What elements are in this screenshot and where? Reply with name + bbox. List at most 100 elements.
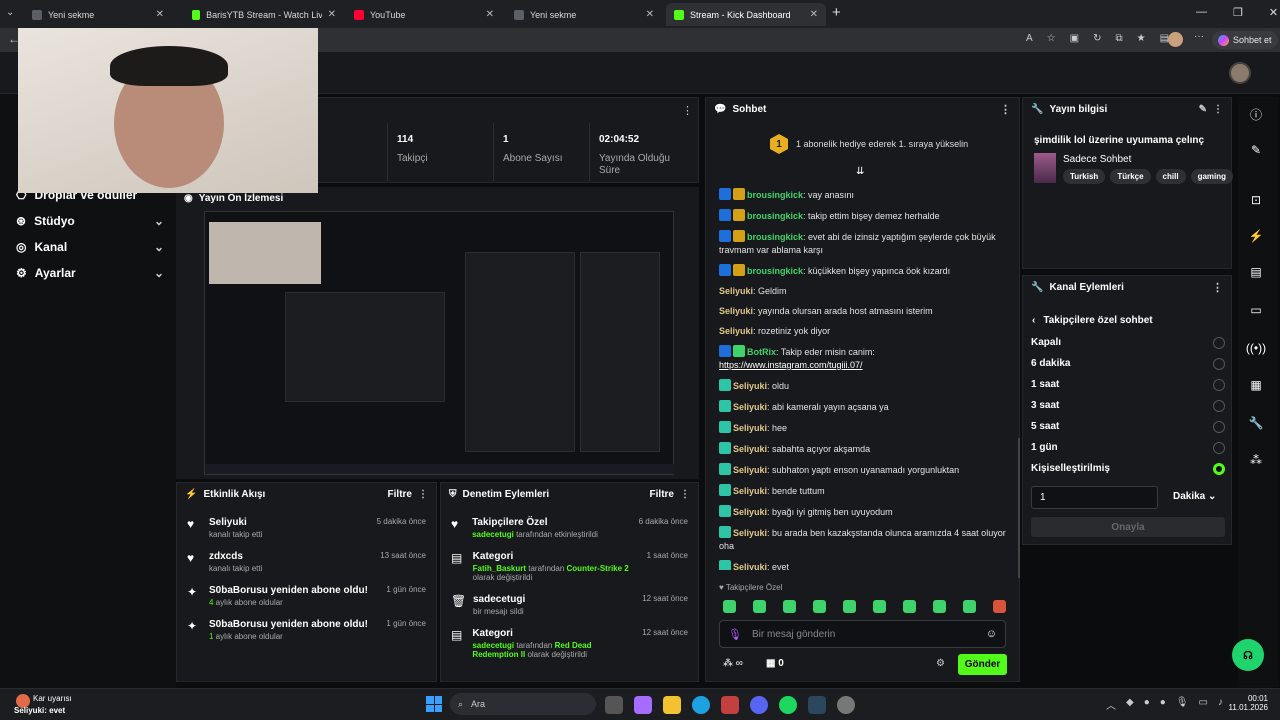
chat-message[interactable]: Seliyuki: Geldim: [719, 285, 1009, 298]
emote-icon[interactable]: [903, 600, 916, 613]
copilot-button[interactable]: Sohbet et: [1212, 31, 1278, 49]
emote-icon[interactable]: [933, 600, 946, 613]
radio-button[interactable]: [1213, 399, 1225, 412]
chat-message[interactable]: Seliyuki: subhaton yaptı enson uyanamadı…: [719, 463, 1009, 477]
preview-video[interactable]: [204, 211, 675, 475]
broadcast-icon[interactable]: ((•)): [1243, 335, 1269, 361]
edit-pencil-icon[interactable]: ✎: [1199, 104, 1207, 115]
chat-message[interactable]: brousingkick: vay anasını: [719, 188, 1009, 202]
moderation-item[interactable]: ▤ Kategori Fatih_Baskurt tarafından Counte…: [451, 551, 688, 582]
unit-select[interactable]: Dakika ⌄: [1173, 491, 1216, 502]
moderation-item[interactable]: ♥ Takipçilere Özel sadecetugi tarafından e…: [451, 517, 688, 539]
tray-app2-icon[interactable]: ●: [1144, 697, 1150, 712]
stream-info-more-icon[interactable]: ⋮: [1213, 104, 1223, 115]
chat-settings-icon[interactable]: ⚙: [936, 658, 945, 669]
info-icon[interactable]: ⓘ: [1243, 101, 1269, 127]
chat-link[interactable]: https://www.instagram.com/tugiii.07/: [719, 360, 863, 370]
focus-icon[interactable]: ⊡: [1243, 187, 1269, 213]
emote-icon[interactable]: [723, 600, 736, 613]
chat-more-icon[interactable]: ⋮: [1000, 103, 1011, 116]
explorer-icon[interactable]: [663, 696, 681, 714]
user-avatar[interactable]: [1229, 62, 1251, 84]
spotify-icon[interactable]: [779, 696, 797, 714]
radio-button[interactable]: [1213, 420, 1225, 433]
profile-avatar[interactable]: [1168, 32, 1183, 47]
chat-message[interactable]: Seliyuki: abi kameralı yayın açsana ya: [719, 400, 1009, 414]
chat-message[interactable]: Seliyuki: bende tuttum: [719, 484, 1009, 498]
favorites-icon[interactable]: ★: [1137, 33, 1146, 44]
read-aloud-icon[interactable]: A: [1026, 33, 1033, 44]
emote-icon[interactable]: [753, 600, 766, 613]
radio-button[interactable]: [1213, 462, 1225, 475]
send-button[interactable]: Gönder: [958, 654, 1007, 675]
stats-more-icon[interactable]: ⋮: [682, 104, 693, 117]
browser-tab[interactable]: Stream - Kick Dashboard ✕: [666, 3, 826, 26]
radio-button[interactable]: [1213, 336, 1225, 349]
chat-message[interactable]: Seliyuki: rozetiniz yok diyor: [719, 325, 1009, 338]
radio-button[interactable]: [1213, 441, 1225, 454]
browser-tab[interactable]: BarisYTB Stream - Watch Live on K✕: [184, 3, 344, 26]
radio-button[interactable]: [1213, 378, 1225, 391]
activity-more-icon[interactable]: ⋮: [418, 489, 428, 500]
duration-option[interactable]: 1 saat: [1031, 374, 1225, 395]
chat-message[interactable]: Seliyuki: byağı iyi gitmiş ben uyuyodum: [719, 505, 1009, 519]
refresh-icon[interactable]: ↻: [1093, 33, 1101, 44]
emote-icon[interactable]: [783, 600, 796, 613]
mic-tray-icon[interactable]: 🎙: [1176, 697, 1189, 712]
browser-tab[interactable]: YouTube ✕: [346, 3, 502, 26]
close-tab-icon[interactable]: ✕: [810, 9, 818, 20]
gift-banner[interactable]: 1 1 abonelik hediye ederek 1. sıraya yük…: [770, 134, 968, 154]
tools-icon[interactable]: 🔧: [1243, 410, 1269, 436]
tray-app3-icon[interactable]: ●: [1160, 697, 1166, 712]
back-button[interactable]: ‹ Takipçilere özel sohbet: [1032, 315, 1153, 326]
new-tab-button[interactable]: +: [832, 4, 841, 21]
display-icon[interactable]: ▭: [1199, 697, 1208, 712]
pencil-icon[interactable]: ✎: [1243, 137, 1269, 163]
favorite-star-icon[interactable]: ☆: [1047, 33, 1056, 44]
duration-option[interactable]: 1 gün: [1031, 437, 1225, 458]
scroll-pinned-icon[interactable]: ⇊: [856, 166, 864, 177]
chat-message[interactable]: Seliyuki: hee: [719, 421, 1009, 435]
moderation-more-icon[interactable]: ⋮: [680, 489, 690, 500]
duration-option[interactable]: 5 saat: [1031, 416, 1225, 437]
lightning-icon[interactable]: ⚡: [1243, 223, 1269, 249]
more-menu-icon[interactable]: ···: [1194, 31, 1204, 42]
document-icon[interactable]: ▤: [1243, 259, 1269, 285]
stream-tag[interactable]: Turkish: [1063, 169, 1106, 184]
close-tab-icon[interactable]: ✕: [646, 9, 654, 20]
emote-icon[interactable]: [843, 600, 856, 613]
activity-item[interactable]: ♥ Seliyuki kanalı takip etti 5 dakika önce: [187, 517, 426, 539]
emoji-icon[interactable]: ☺: [986, 628, 997, 640]
emote-icon[interactable]: [993, 600, 1006, 613]
moderation-filter-button[interactable]: Filtre: [650, 489, 674, 500]
channel-actions-more-icon[interactable]: ⋮: [1212, 281, 1223, 294]
tray-app-icon[interactable]: ◆: [1126, 697, 1134, 712]
duration-option[interactable]: 6 dakika: [1031, 353, 1225, 374]
tab-list-chevron-icon[interactable]: ⌄: [6, 7, 14, 18]
chat-message[interactable]: Seliyuki: sabahta açıyor akşamda: [719, 442, 1009, 456]
support-fab[interactable]: ☊: [1232, 639, 1264, 671]
emote-icon[interactable]: [873, 600, 886, 613]
browser-tab[interactable]: Yeni sekme ✕: [506, 3, 662, 26]
close-tab-icon[interactable]: ✕: [328, 9, 336, 20]
confirm-button[interactable]: Onayla: [1031, 517, 1225, 537]
layout-icon[interactable]: ▦: [1243, 372, 1269, 398]
taskview-icon[interactable]: [605, 696, 623, 714]
app-icon[interactable]: [721, 696, 739, 714]
chat-message[interactable]: brousingkick: küçükken bişey yapınca öok…: [719, 264, 1009, 278]
activity-item[interactable]: ✦ S0baBorusu yeniden abone oldu! 1 aylık a…: [187, 619, 426, 641]
activity-filter-button[interactable]: Filtre: [388, 489, 412, 500]
clock[interactable]: 00:01 11.01.2026: [1226, 694, 1268, 712]
chat-icon[interactable]: ▭: [1243, 297, 1269, 323]
radio-button[interactable]: [1213, 357, 1225, 370]
volume-icon[interactable]: ♪: [1218, 697, 1223, 712]
emote-icon[interactable]: [963, 600, 976, 613]
minimize-icon[interactable]: —: [1196, 6, 1207, 19]
chat-message[interactable]: Seliyuki: evet: [719, 560, 1009, 570]
chat-message[interactable]: Seliyuki: yayında olursan arada host atm…: [719, 305, 1009, 318]
activity-item[interactable]: ♥ zdxcds kanalı takip etti 13 saat önce: [187, 551, 426, 573]
mic-icon[interactable]: 🎙: [728, 628, 742, 641]
sidebar-item[interactable]: ◎ Kanal ⌄: [16, 234, 164, 260]
tray-chevron-icon[interactable]: ︿: [1106, 697, 1116, 712]
custom-duration-input[interactable]: 1: [1031, 486, 1158, 509]
